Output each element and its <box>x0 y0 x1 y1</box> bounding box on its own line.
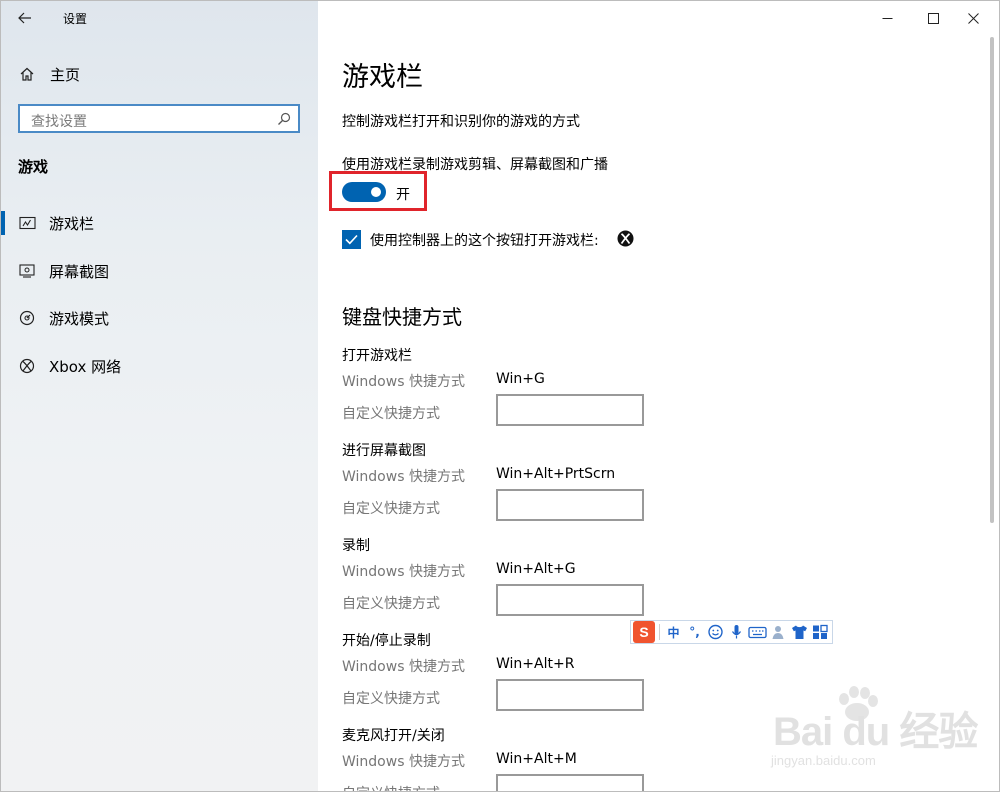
close-button[interactable] <box>950 1 996 35</box>
custom-shortcut-input[interactable] <box>496 584 644 616</box>
search-input[interactable]: 查找设置 <box>31 111 87 131</box>
main-content: 游戏栏 控制游戏栏打开和识别你的游戏的方式 使用游戏栏录制游戏剪辑、屏幕截图和广… <box>318 1 994 791</box>
back-arrow-icon <box>18 12 31 24</box>
page-description: 控制游戏栏打开和识别你的游戏的方式 <box>342 114 580 130</box>
xbox-logo-icon <box>617 230 634 247</box>
shortcut-title: 麦克风打开/关闭 <box>342 728 445 744</box>
sidebar-item-label: 游戏模式 <box>49 309 110 328</box>
ime-separator <box>659 624 660 640</box>
ime-language-toggle[interactable]: 中 <box>663 624 684 641</box>
smiley-icon[interactable] <box>705 624 726 640</box>
sidebar: 设置 主页 查找设置 游戏 游戏栏 屏幕截图 游戏模式 Xbox 网络 <box>1 1 318 791</box>
sidebar-item-xbox-network[interactable]: Xbox 网络 <box>1 346 318 386</box>
custom-shortcut-input[interactable] <box>496 679 644 711</box>
windows-shortcut-label: Windows 快捷方式 <box>342 564 465 580</box>
custom-shortcut-label: 自定义快捷方式 <box>342 691 440 707</box>
game-bar-toggle[interactable] <box>342 182 386 202</box>
toggle-state-label: 开 <box>396 187 410 203</box>
windows-shortcut-label: Windows 快捷方式 <box>342 659 465 675</box>
close-icon <box>967 12 979 24</box>
shortcut-title: 录制 <box>342 538 370 554</box>
shortcut-title: 进行屏幕截图 <box>342 443 426 459</box>
user-icon[interactable] <box>768 624 789 640</box>
windows-shortcut-label: Windows 快捷方式 <box>342 469 465 485</box>
shortcut-title: 打开游戏栏 <box>342 348 412 364</box>
controller-button-checkbox[interactable] <box>342 230 361 249</box>
windows-shortcut-label: Windows 快捷方式 <box>342 754 465 770</box>
windows-shortcut-value: Win+G <box>496 371 545 387</box>
custom-shortcut-label: 自定义快捷方式 <box>342 406 440 422</box>
ime-punctuation-toggle[interactable]: °, <box>684 625 705 639</box>
home-nav-item[interactable]: 主页 <box>1 59 318 89</box>
sidebar-item-game-mode[interactable]: 游戏模式 <box>1 298 318 338</box>
app-title: 设置 <box>63 12 88 26</box>
toggle-knob <box>371 187 381 197</box>
windows-shortcut-value: Win+Alt+PrtScrn <box>496 466 616 482</box>
microphone-icon[interactable] <box>726 624 747 640</box>
home-label: 主页 <box>50 65 81 84</box>
checkbox-label: 使用控制器上的这个按钮打开游戏栏: <box>370 233 599 249</box>
sidebar-item-label: 游戏栏 <box>49 214 95 233</box>
custom-shortcut-label: 自定义快捷方式 <box>342 596 440 612</box>
game-bar-icon <box>18 214 36 232</box>
settings-window: 设置 主页 查找设置 游戏 游戏栏 屏幕截图 游戏模式 Xbox 网络 游戏栏 … <box>0 0 1000 792</box>
screenshot-icon <box>18 262 36 280</box>
sidebar-item-label: Xbox 网络 <box>49 357 122 376</box>
back-button[interactable] <box>11 7 39 29</box>
keyboard-icon[interactable] <box>747 624 768 640</box>
title-bar: 设置 <box>1 1 318 35</box>
section-title: 游戏 <box>18 158 49 176</box>
ime-toolbar: S 中 °, <box>630 620 833 644</box>
search-box[interactable]: 查找设置 <box>18 104 300 133</box>
custom-shortcut-input[interactable] <box>496 489 644 521</box>
windows-shortcut-value: Win+Alt+M <box>496 751 577 767</box>
keyboard-shortcuts-heading: 键盘快捷方式 <box>342 305 462 329</box>
maximize-icon <box>927 12 939 24</box>
shortcut-title: 开始/停止录制 <box>342 633 431 649</box>
minimize-icon <box>882 17 892 19</box>
watermark-url: jingyan.baidu.com <box>771 753 876 768</box>
selected-indicator <box>1 211 5 235</box>
watermark-brand: Bai du 经验 <box>773 710 978 754</box>
windows-shortcut-label: Windows 快捷方式 <box>342 374 465 390</box>
minimize-button[interactable] <box>864 1 910 35</box>
checkmark-icon <box>345 234 358 245</box>
windows-shortcut-value: Win+Alt+R <box>496 656 575 672</box>
custom-shortcut-label: 自定义快捷方式 <box>342 501 440 517</box>
toolbox-grid-icon[interactable] <box>810 624 831 640</box>
sidebar-item-game-bar[interactable]: 游戏栏 <box>1 203 318 243</box>
xbox-icon <box>18 357 36 375</box>
skin-shirt-icon[interactable] <box>789 624 810 640</box>
custom-shortcut-label: 自定义快捷方式 <box>342 783 440 791</box>
search-icon[interactable] <box>277 112 291 126</box>
home-icon <box>18 65 36 83</box>
custom-shortcut-input[interactable] <box>496 394 644 426</box>
game-mode-icon <box>18 309 36 327</box>
sidebar-item-screenshots[interactable]: 屏幕截图 <box>1 251 318 291</box>
sogou-logo-icon[interactable]: S <box>633 621 655 643</box>
baidu-watermark: Bai du 经验 jingyan.baidu.com <box>763 681 983 781</box>
page-title: 游戏栏 <box>342 62 423 93</box>
windows-shortcut-value: Win+Alt+G <box>496 561 576 577</box>
custom-shortcut-input[interactable] <box>496 774 644 791</box>
vertical-scrollbar[interactable] <box>990 37 994 523</box>
sidebar-item-label: 屏幕截图 <box>49 262 110 281</box>
